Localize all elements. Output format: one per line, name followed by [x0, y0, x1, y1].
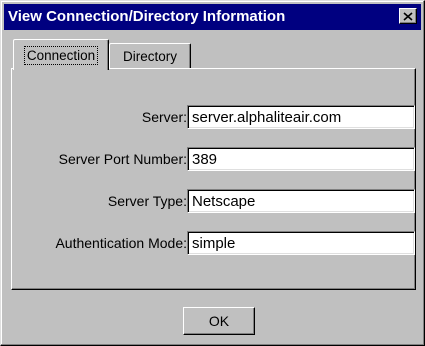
server-port-row: Server Port Number: 389: [12, 147, 415, 171]
auth-mode-field[interactable]: simple: [187, 231, 415, 255]
server-row: Server: server.alphaliteair.com: [12, 105, 415, 129]
tab-directory[interactable]: Directory: [109, 43, 191, 68]
tab-connection[interactable]: Connection: [13, 39, 109, 70]
server-label: Server:: [141, 109, 187, 125]
dialog-window: View Connection/Directory Information Co…: [0, 0, 425, 346]
close-button[interactable]: [399, 8, 417, 24]
auth-mode-row: Authentication Mode: simple: [12, 231, 415, 255]
ok-button[interactable]: OK: [183, 307, 255, 335]
tab-directory-label: Directory: [122, 48, 177, 64]
tab-connection-label: Connection: [23, 45, 99, 65]
server-type-field[interactable]: Netscape: [187, 189, 415, 213]
window-title: View Connection/Directory Information: [8, 8, 286, 25]
close-icon: [403, 11, 413, 21]
connection-panel: Server: server.alphaliteair.com Server P…: [11, 68, 416, 290]
server-port-label: Server Port Number:: [58, 151, 187, 167]
title-bar[interactable]: View Connection/Directory Information: [4, 4, 421, 30]
server-type-row: Server Type: Netscape: [12, 189, 415, 213]
server-port-field[interactable]: 389: [187, 147, 415, 171]
server-field[interactable]: server.alphaliteair.com: [187, 105, 415, 129]
server-type-label: Server Type:: [107, 193, 187, 209]
auth-mode-label: Authentication Mode:: [55, 235, 187, 251]
